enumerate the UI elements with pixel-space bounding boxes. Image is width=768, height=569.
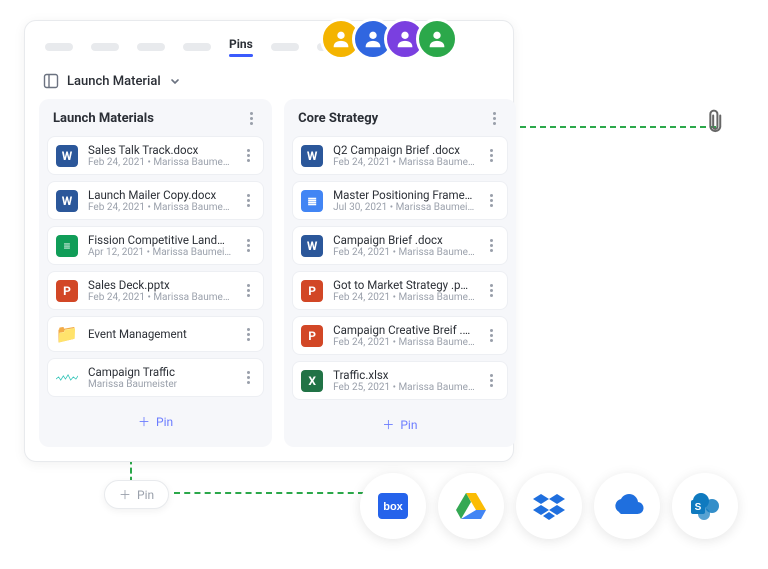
list-item[interactable]: P Sales Deck.pptx Feb 24, 2021 • Marissa… bbox=[47, 271, 264, 310]
column-core-strategy: Core Strategy W Q2 Campaign Brief .docx … bbox=[284, 99, 516, 447]
connector-to-integrations bbox=[174, 492, 364, 494]
board-selector-label: Launch Material bbox=[67, 74, 161, 89]
list-item[interactable]: ≣ Master Positioning Frame… Jul 30, 2021… bbox=[292, 181, 508, 220]
integration-box[interactable]: box bbox=[360, 473, 426, 539]
avatar[interactable] bbox=[416, 18, 458, 60]
add-pin-button[interactable]: ＋ Pin bbox=[47, 407, 264, 436]
sheets-icon: ≡ bbox=[56, 235, 78, 257]
list-item[interactable]: W Campaign Brief .docx Feb 24, 2021 • Ma… bbox=[292, 226, 508, 265]
powerpoint-icon: P bbox=[301, 325, 323, 347]
item-menu-button[interactable] bbox=[485, 284, 499, 297]
item-menu-button[interactable] bbox=[241, 239, 255, 252]
item-title: Launch Mailer Copy.docx bbox=[88, 188, 231, 202]
list-item[interactable]: W Q2 Campaign Brief .docx Feb 24, 2021 •… bbox=[292, 136, 508, 175]
integrations-row: box S bbox=[360, 473, 738, 539]
item-title: Sales Deck.pptx bbox=[88, 278, 231, 292]
item-meta: Feb 24, 2021 • Marissa Baume… bbox=[333, 337, 475, 348]
item-menu-button[interactable] bbox=[485, 329, 499, 342]
item-meta: Feb 25, 2021 • Marissa Baume… bbox=[333, 382, 475, 393]
pins-panel: Pins Launch Material Launch Materials W … bbox=[24, 20, 514, 462]
item-menu-button[interactable] bbox=[241, 371, 255, 384]
chevron-down-icon bbox=[169, 75, 181, 87]
tab-placeholder[interactable] bbox=[137, 43, 165, 51]
item-title: Traffic.xlsx bbox=[333, 368, 475, 382]
item-meta: Jul 30, 2021 • Marissa Baumei… bbox=[333, 202, 475, 213]
integration-sharepoint[interactable]: S bbox=[672, 473, 738, 539]
powerpoint-icon: P bbox=[56, 280, 78, 302]
item-menu-button[interactable] bbox=[485, 374, 499, 387]
folder-icon: 📁 bbox=[56, 323, 78, 345]
pin-label: Pin bbox=[156, 415, 173, 429]
svg-text:S: S bbox=[695, 502, 702, 513]
add-pin-button[interactable]: ＋ Pin bbox=[292, 410, 508, 439]
item-menu-button[interactable] bbox=[485, 149, 499, 162]
item-menu-button[interactable] bbox=[241, 328, 255, 341]
list-item[interactable]: ≡ Fission Competitive Land… Apr 12, 2021… bbox=[47, 226, 264, 265]
plus-icon: ＋ bbox=[138, 413, 150, 430]
word-icon: W bbox=[56, 145, 78, 167]
column-menu-button[interactable] bbox=[488, 112, 502, 125]
sparkline-icon bbox=[56, 367, 78, 389]
word-icon: W bbox=[56, 190, 78, 212]
item-meta: Apr 12, 2021 • Marissa Baumei… bbox=[88, 247, 231, 258]
columns: Launch Materials W Sales Talk Track.docx… bbox=[39, 99, 499, 447]
pin-label: Pin bbox=[137, 488, 154, 502]
list-item[interactable]: P Got to Market Strategy .p… Feb 24, 202… bbox=[292, 271, 508, 310]
powerpoint-icon: P bbox=[301, 280, 323, 302]
integration-gdrive[interactable] bbox=[438, 473, 504, 539]
tab-placeholder[interactable] bbox=[271, 43, 299, 51]
integration-onedrive[interactable] bbox=[594, 473, 660, 539]
item-meta: Feb 24, 2021 • Marissa Baume… bbox=[88, 292, 231, 303]
column-launch-materials: Launch Materials W Sales Talk Track.docx… bbox=[39, 99, 272, 447]
item-title: Campaign Traffic bbox=[88, 365, 231, 379]
item-menu-button[interactable] bbox=[241, 284, 255, 297]
item-title: Campaign Creative Breif .… bbox=[333, 323, 475, 337]
item-meta: Feb 24, 2021 • Marissa Baume… bbox=[88, 157, 231, 168]
tab-placeholder[interactable] bbox=[183, 43, 211, 51]
item-menu-button[interactable] bbox=[485, 239, 499, 252]
item-title: Master Positioning Frame… bbox=[333, 188, 475, 202]
list-item[interactable]: W Launch Mailer Copy.docx Feb 24, 2021 •… bbox=[47, 181, 264, 220]
item-meta: Feb 24, 2021 • Marissa Baume… bbox=[333, 292, 475, 303]
integration-dropbox[interactable] bbox=[516, 473, 582, 539]
plus-icon: ＋ bbox=[382, 416, 394, 433]
item-title: Got to Market Strategy .p… bbox=[333, 278, 475, 292]
layout-icon bbox=[43, 73, 59, 89]
item-title: Q2 Campaign Brief .docx bbox=[333, 143, 475, 157]
item-meta: Feb 24, 2021 • Marissa Baume… bbox=[333, 157, 475, 168]
word-icon: W bbox=[301, 235, 323, 257]
item-meta: Feb 24, 2021 • Marissa Baume… bbox=[88, 202, 231, 213]
excel-icon: X bbox=[301, 370, 323, 392]
item-meta: Feb 24, 2021 • Marissa Baume… bbox=[333, 247, 475, 258]
item-menu-button[interactable] bbox=[241, 194, 255, 207]
collaborator-avatars bbox=[330, 18, 458, 60]
column-title: Launch Materials bbox=[53, 111, 154, 126]
plus-icon: ＋ bbox=[119, 486, 131, 503]
attachment-icon bbox=[698, 106, 735, 143]
item-meta: Marissa Baumeister bbox=[88, 379, 231, 390]
item-menu-button[interactable] bbox=[485, 194, 499, 207]
item-title: Campaign Brief .docx bbox=[333, 233, 475, 247]
svg-text:box: box bbox=[383, 501, 403, 513]
item-title: Event Management bbox=[88, 327, 231, 341]
connector-to-attachment bbox=[520, 126, 716, 128]
list-item[interactable]: W Sales Talk Track.docx Feb 24, 2021 • M… bbox=[47, 136, 264, 175]
floating-pin-button[interactable]: ＋ Pin bbox=[104, 480, 169, 509]
list-item[interactable]: P Campaign Creative Breif .… Feb 24, 202… bbox=[292, 316, 508, 355]
tab-placeholder[interactable] bbox=[91, 43, 119, 51]
item-title: Sales Talk Track.docx bbox=[88, 143, 231, 157]
tab-pins[interactable]: Pins bbox=[229, 37, 253, 57]
board-selector[interactable]: Launch Material bbox=[39, 65, 499, 99]
list-item[interactable]: Campaign Traffic Marissa Baumeister bbox=[47, 358, 264, 397]
item-menu-button[interactable] bbox=[241, 149, 255, 162]
gdoc-icon: ≣ bbox=[301, 190, 323, 212]
tab-placeholder[interactable] bbox=[45, 43, 73, 51]
column-title: Core Strategy bbox=[298, 111, 378, 126]
column-menu-button[interactable] bbox=[244, 112, 258, 125]
list-item[interactable]: 📁 Event Management bbox=[47, 316, 264, 352]
pin-label: Pin bbox=[400, 418, 417, 432]
word-icon: W bbox=[301, 145, 323, 167]
list-item[interactable]: X Traffic.xlsx Feb 25, 2021 • Marissa Ba… bbox=[292, 361, 508, 400]
item-title: Fission Competitive Land… bbox=[88, 233, 231, 247]
